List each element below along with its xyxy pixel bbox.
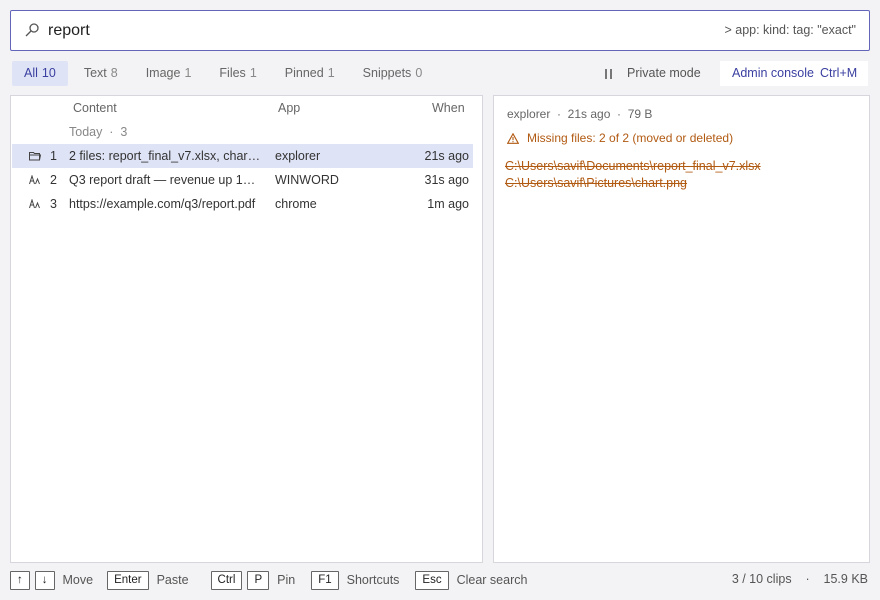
shortcut-move-label: Move — [62, 573, 94, 587]
search-icon — [25, 23, 39, 37]
tab-text[interactable]: Text 8 — [72, 61, 130, 86]
shortcut-shortcuts-label: Shortcuts — [346, 573, 400, 587]
missing-file-path: C:\Users\savif\Documents\report_final_v7… — [505, 159, 761, 173]
tab-label: All — [24, 66, 38, 80]
shortcut-clear-label: Clear search — [456, 573, 528, 587]
search-input[interactable] — [48, 19, 668, 43]
missing-file-path: C:\Users\savif\Pictures\chart.png — [505, 176, 688, 190]
item-index: 2 — [50, 173, 57, 187]
tab-count: 8 — [110, 66, 118, 80]
detail-meta: explorer · 21s ago · 79 B — [507, 107, 653, 121]
tab-all[interactable]: All 10 — [12, 61, 68, 86]
admin-console-shortcut: Ctrl+M — [820, 66, 858, 80]
key-enter: Enter — [107, 570, 149, 590]
key-up: ↑ — [10, 570, 30, 590]
tab-snippets[interactable]: Snippets 0 — [351, 61, 435, 86]
private-mode-toggle[interactable]: Private mode — [605, 61, 701, 86]
key-f1: F1 — [311, 570, 339, 590]
item-app: WINWORD — [275, 173, 339, 187]
item-when: 31s ago — [424, 173, 469, 187]
tab-label: Snippets — [362, 66, 412, 80]
key-ctrl: Ctrl — [210, 570, 243, 590]
item-content: https://example.com/q3/report.pdf — [69, 197, 256, 211]
tab-label: Pinned — [284, 66, 324, 80]
admin-console-button[interactable]: Admin console Ctrl+M — [720, 61, 868, 86]
item-when: 21s ago — [424, 149, 469, 163]
warning-text: Missing files: 2 of 2 (moved or deleted) — [527, 131, 734, 145]
item-index: 1 — [50, 149, 57, 163]
key-down: ↓ — [34, 570, 55, 590]
clip-list: Content App When Today · 3 1 2 files: re… — [10, 95, 483, 563]
clip-status: 3 / 10 clips · 15.9 KB — [731, 572, 868, 586]
text-icon — [29, 175, 40, 185]
tab-count: 1 — [184, 66, 192, 80]
folder-icon — [29, 152, 41, 161]
tab-count: 10 — [41, 66, 56, 80]
shortcut-pin-label: Pin — [277, 573, 296, 587]
tab-label: Files — [219, 66, 246, 80]
list-item[interactable]: 1 2 files: report_final_v7.xlsx, chart.p… — [12, 144, 473, 168]
item-app: explorer — [275, 149, 321, 163]
tab-label: Image — [145, 66, 181, 80]
detail-panel: explorer · 21s ago · 79 B Missing files:… — [493, 95, 870, 563]
private-mode-label: Private mode — [627, 66, 701, 80]
list-item[interactable]: 3 https://example.com/q3/report.pdf chro… — [12, 192, 473, 216]
pause-icon — [605, 68, 613, 79]
column-header-app[interactable]: App — [278, 101, 300, 115]
column-header-when[interactable]: When — [432, 101, 465, 115]
tab-count: 1 — [327, 66, 335, 80]
item-when: 1m ago — [427, 197, 469, 211]
item-content: Q3 report draft — revenue up 12% quarter… — [69, 173, 262, 187]
filter-tabs: All 10 Text 8 Image 1 Files 1 Pinned 1 Snippe… — [12, 61, 438, 86]
tab-count: 1 — [249, 66, 257, 80]
missing-files-warning: Missing files: 2 of 2 (moved or deleted) — [507, 131, 733, 145]
item-content: 2 files: report_final_v7.xlsx, chart.png — [69, 149, 262, 163]
admin-console-label: Admin console — [732, 66, 814, 80]
warning-icon — [507, 132, 519, 144]
shortcut-paste-label: Paste — [156, 573, 189, 587]
item-app: chrome — [275, 197, 317, 211]
key-esc: Esc — [415, 570, 449, 590]
column-header-content[interactable]: Content — [73, 101, 117, 115]
tab-label: Text — [83, 66, 107, 80]
shortcut-bar: ↑ ↓ Move Enter Paste Ctrl P Pin F1 Short… — [10, 570, 541, 590]
group-header-today: Today · 3 — [69, 125, 128, 139]
text-icon — [29, 199, 40, 209]
tab-pinned[interactable]: Pinned 1 — [273, 61, 347, 86]
search-syntax-hint: > app: kind: tag: "exact" — [724, 23, 856, 37]
tab-image[interactable]: Image 1 — [134, 61, 204, 86]
key-p: P — [247, 570, 270, 590]
list-item[interactable]: 2 Q3 report draft — revenue up 12% quart… — [12, 168, 473, 192]
tab-count: 0 — [415, 66, 423, 80]
item-index: 3 — [50, 197, 57, 211]
tab-files[interactable]: Files 1 — [207, 61, 268, 86]
search-box[interactable]: > app: kind: tag: "exact" — [10, 10, 870, 51]
